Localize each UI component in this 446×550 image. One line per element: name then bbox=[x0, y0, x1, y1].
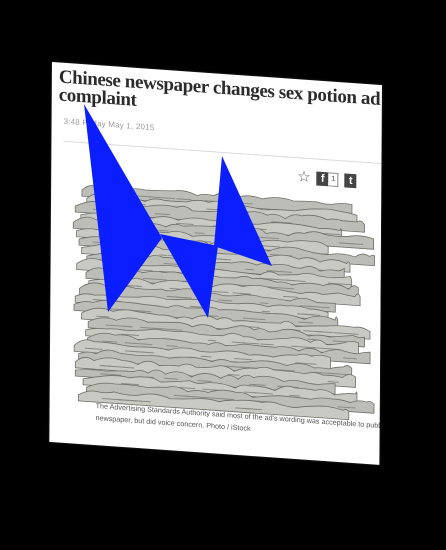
newsprint-text-line bbox=[245, 268, 254, 271]
facebook-icon: f bbox=[316, 171, 329, 187]
twitter-icon: t bbox=[344, 173, 357, 189]
facebook-share-count: 1 bbox=[328, 172, 339, 188]
newsprint-text-line bbox=[123, 325, 133, 328]
newsprint-text-line bbox=[307, 338, 317, 341]
article-dateline: 3:48 Friday May 1, 2015 bbox=[63, 116, 155, 133]
paper-stack bbox=[72, 185, 375, 421]
newsprint-text-line bbox=[207, 339, 217, 342]
newsprint-text-line bbox=[184, 239, 195, 242]
newsprint-text-line bbox=[167, 255, 177, 257]
article-card: Chinese newspaper changes sex potion ad … bbox=[49, 62, 382, 465]
newsprint-text-line bbox=[159, 254, 168, 256]
twitter-share-button[interactable]: t bbox=[344, 173, 357, 189]
newsprint-text-line bbox=[242, 407, 253, 410]
newsprint-text-line bbox=[261, 310, 271, 313]
facebook-share-button[interactable]: f 1 bbox=[316, 171, 339, 188]
newsprint-text-line bbox=[222, 258, 231, 261]
newspaper-stack-photo bbox=[69, 175, 382, 427]
share-bar: ☆ f 1 t bbox=[297, 168, 357, 189]
newsprint-text-line bbox=[127, 260, 136, 262]
header-divider bbox=[63, 140, 382, 166]
screenshot-stage: Chinese newspaper changes sex potion ad … bbox=[0, 0, 446, 550]
favorite-star-icon[interactable]: ☆ bbox=[297, 168, 311, 186]
newspaper-stack-illustration bbox=[72, 185, 375, 421]
newsprint-text-line bbox=[194, 232, 205, 234]
newsprint-text-line bbox=[259, 302, 269, 305]
